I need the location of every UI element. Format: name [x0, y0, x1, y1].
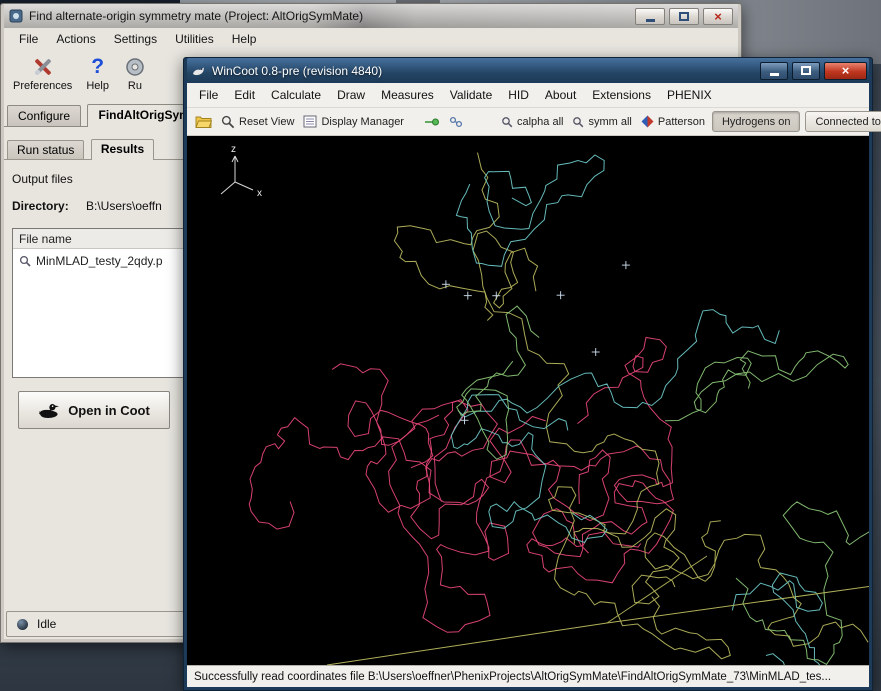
molecule-viewport[interactable]: zx	[187, 136, 869, 665]
patterson-label: Patterson	[658, 116, 705, 128]
close-icon: ×	[714, 10, 722, 23]
wincoot-client-area: File Edit Calculate Draw Measures Valida…	[187, 83, 869, 687]
preferences-label: Preferences	[13, 80, 72, 92]
subtab-run-status[interactable]: Run status	[7, 140, 84, 159]
run-gear-icon	[123, 53, 147, 80]
reset-view-button[interactable]: Reset View	[219, 113, 296, 131]
menu-draw[interactable]: Draw	[329, 85, 373, 105]
maximize-icon	[679, 12, 689, 21]
menu-validate[interactable]: Validate	[442, 85, 500, 105]
patterson-icon	[641, 115, 654, 128]
wincoot-statusbar: Successfully read coordinates file B:\Us…	[187, 665, 869, 687]
window-title: Find alternate-origin symmetry mate (Pro…	[29, 9, 363, 23]
hydrogens-on-label: Hydrogens on	[722, 116, 791, 128]
calpha-icon	[501, 116, 513, 128]
subtab-results[interactable]: Results	[91, 139, 154, 160]
phenix-app-icon	[9, 9, 23, 23]
maximize-icon	[801, 66, 811, 75]
duck-icon	[38, 401, 60, 419]
folder-open-icon	[195, 115, 212, 129]
run-label: Ru	[128, 80, 142, 92]
minimize-button[interactable]	[760, 62, 788, 80]
open-coordinates-button[interactable]	[193, 113, 214, 131]
help-question-icon: ?	[91, 53, 104, 80]
close-button[interactable]: ×	[703, 8, 733, 25]
connected-to-phenix-label: Connected to PHENIX	[815, 116, 881, 128]
calpha-all-button[interactable]: calpha all	[499, 114, 565, 130]
patterson-button[interactable]: Patterson	[639, 113, 707, 130]
wincoot-window: WinCoot 0.8-pre (revision 4840) × File E…	[183, 57, 873, 691]
directory-value: B:\Users\oeffn	[86, 199, 162, 213]
molecule-canvas: zx	[187, 136, 869, 665]
status-dot-icon	[17, 619, 28, 630]
go-to-ligand-icon	[449, 116, 463, 128]
menu-extensions[interactable]: Extensions	[584, 85, 659, 105]
help-label: Help	[86, 80, 109, 92]
desktop: Find alternate-origin symmetry mate (Pro…	[0, 0, 881, 691]
symm-all-label: symm all	[588, 116, 631, 128]
magnifier-icon	[221, 115, 235, 129]
close-icon: ×	[842, 64, 850, 77]
phenix-window-controls: ×	[635, 8, 733, 25]
menu-help[interactable]: Help	[223, 30, 266, 48]
calpha-all-label: calpha all	[517, 116, 563, 128]
minimize-button[interactable]	[635, 8, 665, 25]
wincoot-app-icon	[191, 64, 206, 77]
phenix-titlebar[interactable]: Find alternate-origin symmetry mate (Pro…	[4, 4, 738, 28]
menu-edit[interactable]: Edit	[226, 85, 263, 105]
menu-file[interactable]: File	[10, 30, 47, 48]
preferences-button[interactable]: Preferences	[6, 52, 79, 93]
maximize-button[interactable]	[669, 8, 699, 25]
wincoot-window-controls: ×	[760, 62, 867, 80]
directory-label: Directory:	[12, 199, 80, 213]
menu-file[interactable]: File	[191, 85, 226, 105]
menu-actions[interactable]: Actions	[47, 30, 104, 48]
go-to-ligand-button[interactable]	[447, 114, 465, 130]
go-to-atom-icon	[424, 116, 440, 128]
file-item-label: MinMLAD_testy_2qdy.p	[36, 254, 163, 268]
menu-about[interactable]: About	[537, 85, 584, 105]
reset-view-label: Reset View	[239, 116, 294, 128]
close-button[interactable]: ×	[824, 62, 867, 80]
svg-text:x: x	[257, 188, 262, 199]
status-text: Idle	[37, 617, 56, 631]
hydrogens-on-toggle[interactable]: Hydrogens on	[712, 111, 801, 132]
window-title: WinCoot 0.8-pre (revision 4840)	[212, 64, 382, 78]
help-button[interactable]: ? Help	[79, 52, 116, 93]
run-button[interactable]: Ru	[116, 52, 154, 93]
search-icon	[19, 255, 31, 267]
display-manager-icon	[303, 115, 317, 128]
connected-to-phenix-button[interactable]: Connected to PHENIX	[805, 111, 881, 132]
menu-hid[interactable]: HID	[500, 85, 537, 105]
display-manager-label: Display Manager	[321, 116, 404, 128]
menu-settings[interactable]: Settings	[105, 30, 166, 48]
wincoot-menubar: File Edit Calculate Draw Measures Valida…	[187, 83, 869, 107]
maximize-button[interactable]	[792, 62, 820, 80]
tab-configure[interactable]: Configure	[7, 105, 81, 126]
wincoot-titlebar[interactable]: WinCoot 0.8-pre (revision 4840) ×	[187, 58, 869, 83]
menu-phenix[interactable]: PHENIX	[659, 85, 720, 105]
open-in-coot-label: Open in Coot	[68, 403, 150, 418]
svg-text:z: z	[231, 144, 236, 155]
wincoot-toolbar: Reset View Display Manager	[187, 107, 869, 136]
open-in-coot-button[interactable]: Open in Coot	[18, 391, 170, 429]
symm-all-button[interactable]: symm all	[570, 114, 633, 130]
menu-calculate[interactable]: Calculate	[263, 85, 329, 105]
minimize-icon	[646, 19, 655, 22]
status-text: Successfully read coordinates file B:\Us…	[194, 671, 831, 683]
minimize-icon	[770, 73, 779, 76]
preferences-tools-icon	[30, 53, 56, 80]
menu-utilities[interactable]: Utilities	[166, 30, 223, 48]
menu-measures[interactable]: Measures	[373, 85, 442, 105]
display-manager-button[interactable]: Display Manager	[301, 113, 406, 130]
symm-icon	[572, 116, 584, 128]
phenix-menubar: File Actions Settings Utilities Help	[4, 28, 738, 50]
go-to-atom-button[interactable]	[422, 114, 442, 130]
